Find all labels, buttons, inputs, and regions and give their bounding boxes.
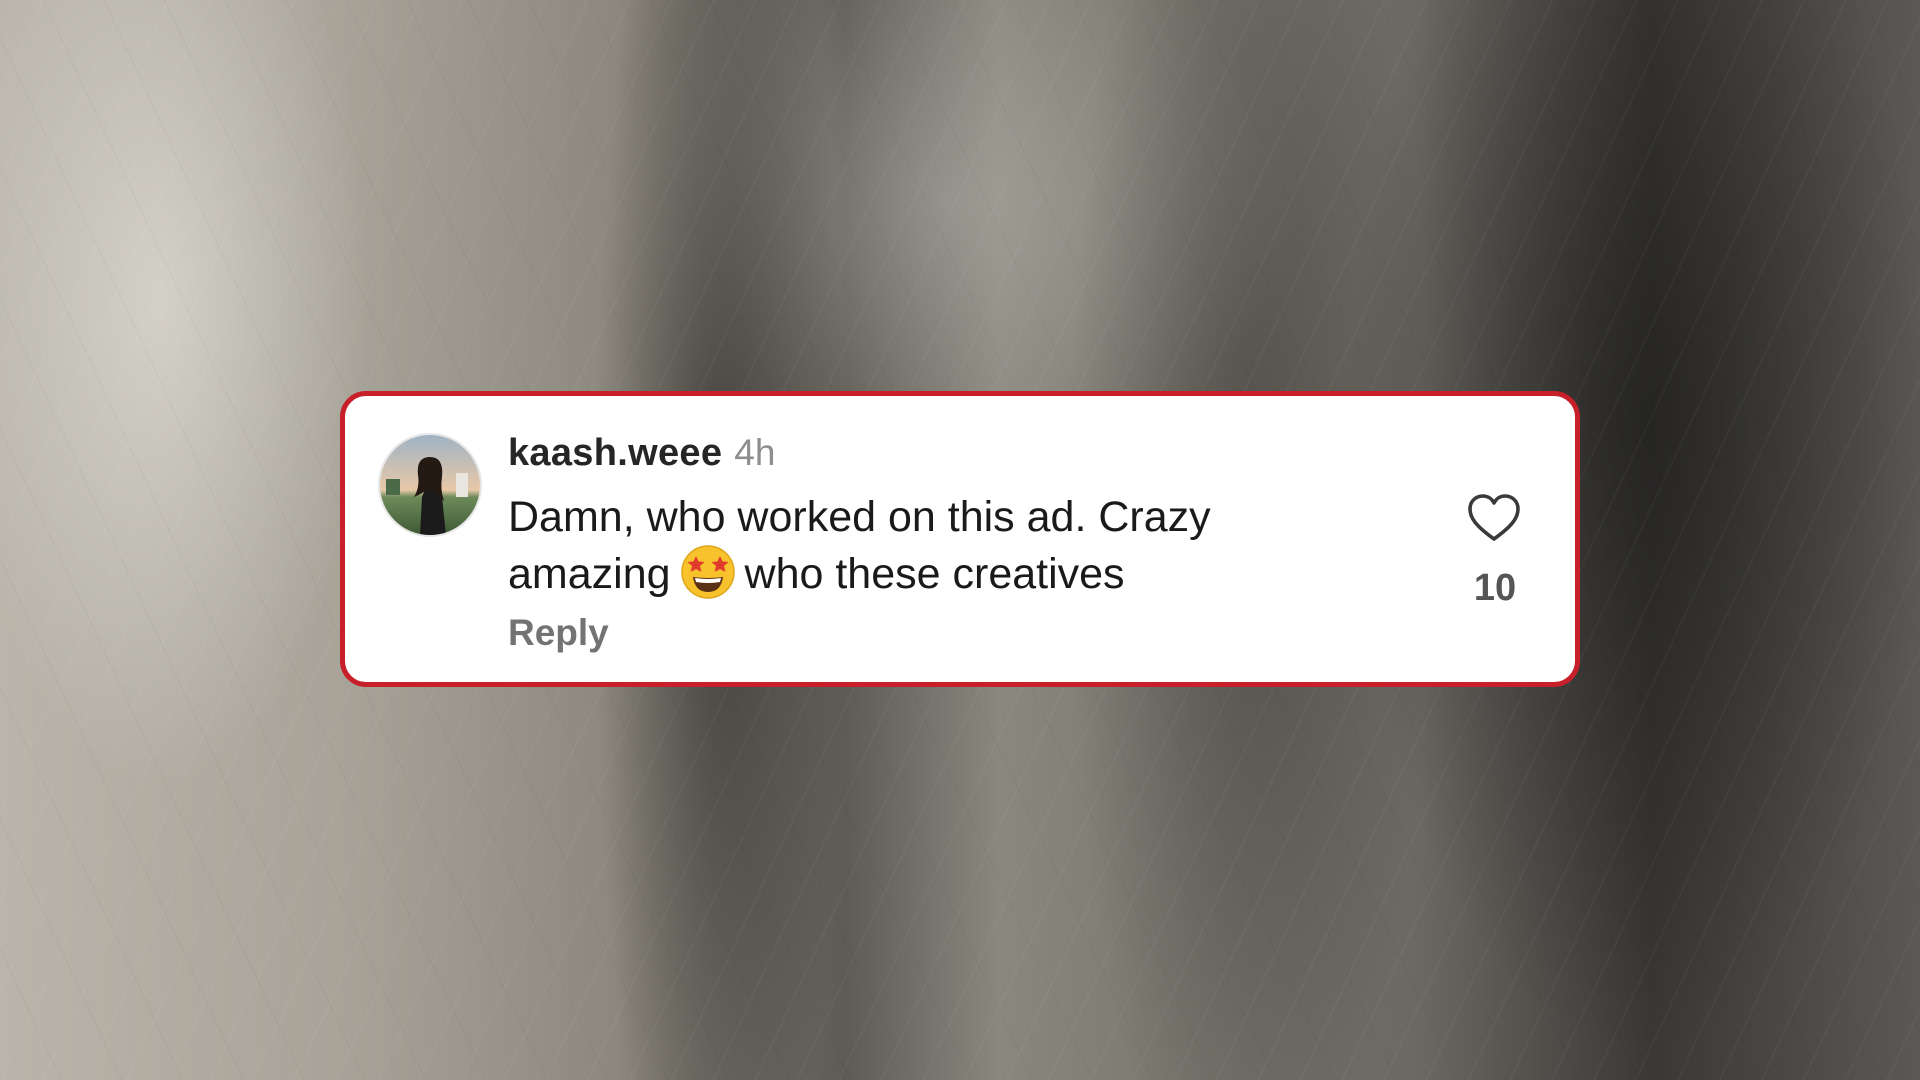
comment-text-line2-start: amazing [508,550,671,598]
heart-outline-icon [1468,494,1520,541]
timestamp: 4h [734,432,776,473]
username-link[interactable]: kaash.weee [508,432,722,475]
comment-header: kaash.weee 4h [508,432,775,478]
avatar[interactable] [378,433,482,537]
like-button[interactable] [1466,492,1522,544]
reply-button[interactable]: Reply [508,612,609,654]
comment-text-line1: Damn, who worked on this ad. Crazy [508,493,1211,541]
star-struck-emoji-icon [679,543,737,601]
like-count: 10 [1473,567,1517,609]
comment-card: kaash.weee 4h Damn, who worked on this a… [340,391,1580,687]
comment-text-line2-end: who these creatives [744,550,1125,598]
comment-text: Damn, who worked on this ad. Crazy amazi… [508,491,1368,601]
